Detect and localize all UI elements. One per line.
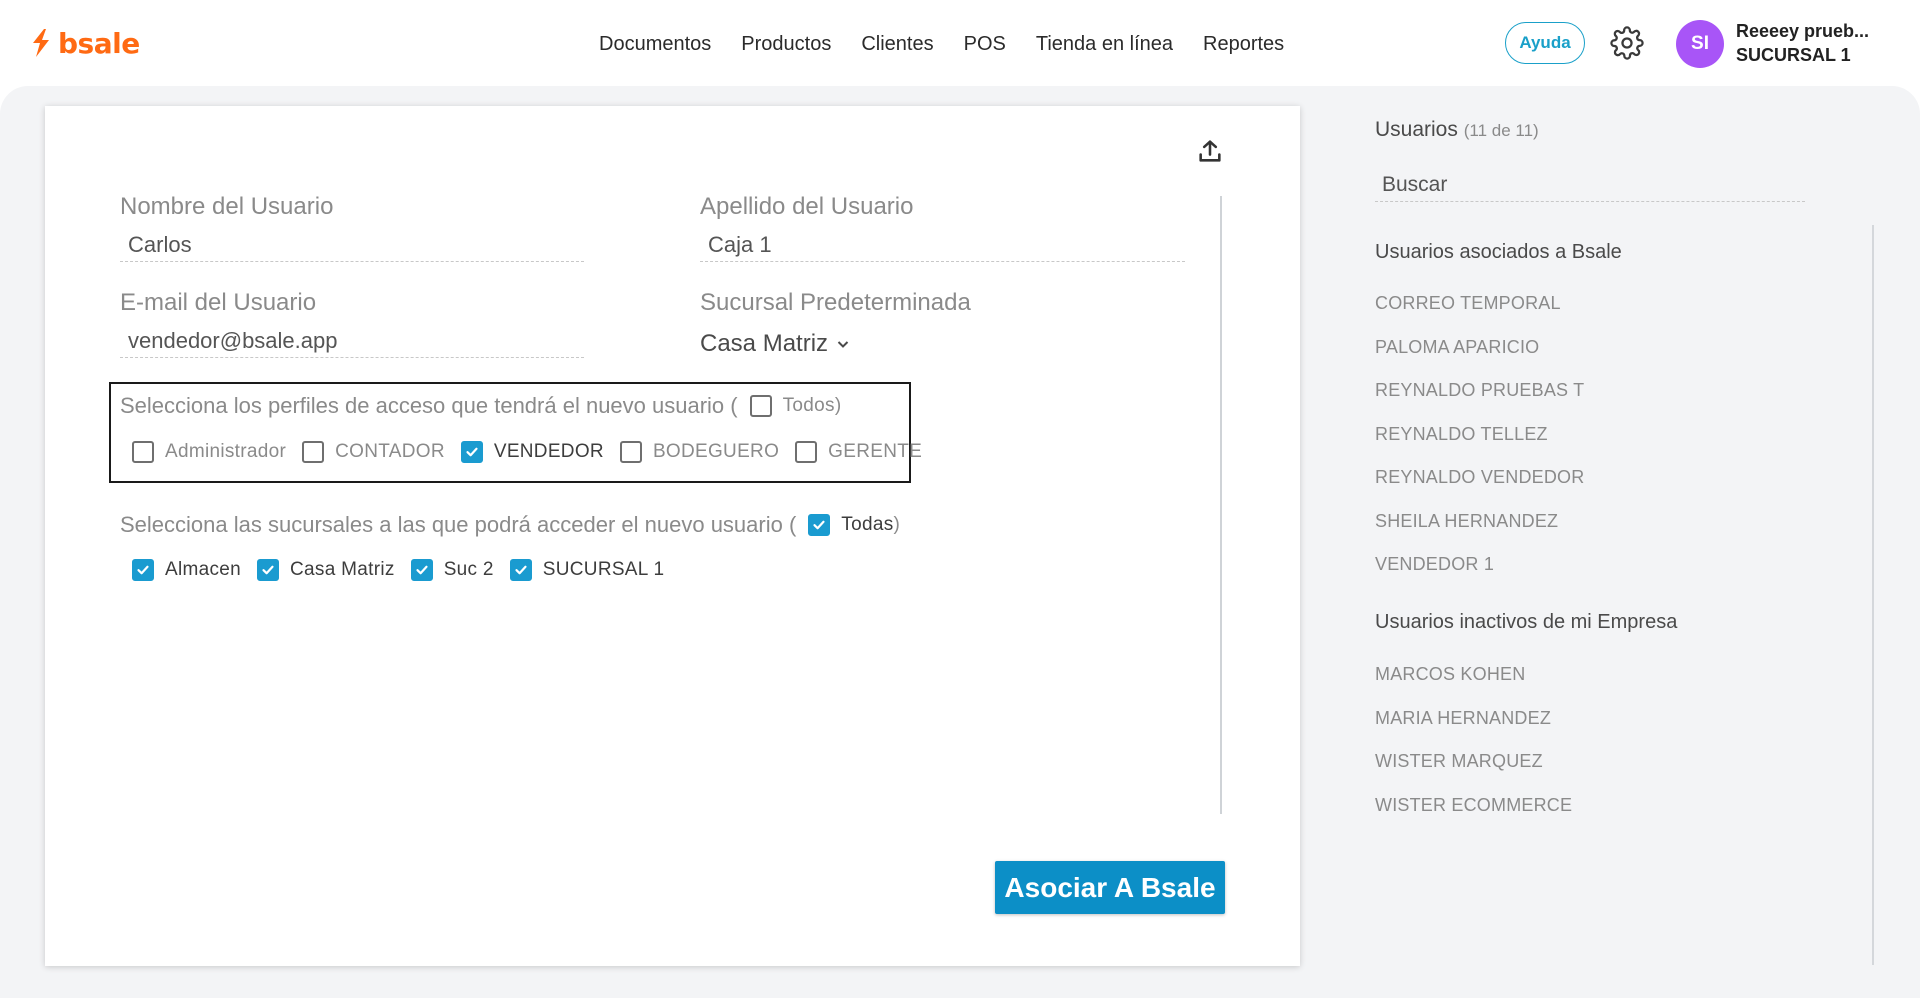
associated-users-list: CORREO TEMPORAL PALOMA APARICIO REYNALDO P… <box>1375 282 1584 587</box>
profiles-all-label: Todos <box>782 395 835 416</box>
checkbox-label: CONTADOR <box>335 441 445 462</box>
checkbox-label: Almacen <box>165 559 242 580</box>
user-list-item[interactable]: REYNALDO VENDEDOR <box>1375 456 1584 500</box>
profiles-options: Administrador CONTADOR VENDEDOR BODEGUERO GE… <box>132 438 922 466</box>
profiles-option-gerente[interactable]: GERENTE <box>795 441 922 463</box>
sidebar-scroll-line <box>1872 225 1874 965</box>
profiles-option-vendedor[interactable]: VENDEDOR <box>460 441 604 463</box>
checkbox-box[interactable] <box>302 441 325 463</box>
branches-option-almacen[interactable]: Almacen <box>132 559 241 581</box>
chevron-down-icon <box>837 341 849 348</box>
checkbox-box[interactable] <box>460 441 483 463</box>
help-button[interactable]: Ayuda <box>1505 22 1585 64</box>
email-label: E-mail del Usuario <box>120 289 317 316</box>
nav-item-documentos[interactable]: Documentos <box>584 30 726 58</box>
associate-button[interactable]: Asociar A Bsale <box>995 861 1225 914</box>
checkbox-label: Suc 2 <box>443 559 494 580</box>
user-list-item[interactable]: VENDEDOR 1 <box>1375 543 1584 587</box>
user-list-item[interactable]: MARCOS KOHEN <box>1375 653 1572 697</box>
user-list-item[interactable]: MARIA HERNANDEZ <box>1375 697 1572 741</box>
gear-icon[interactable] <box>1610 26 1644 60</box>
checkbox-box[interactable] <box>509 559 532 581</box>
checkbox-label: BODEGUERO <box>652 441 780 462</box>
branches-all-label: Todas <box>841 514 894 535</box>
user-branch: SUCURSAL 1 <box>1736 45 1851 65</box>
nav-item-productos[interactable]: Productos <box>726 30 846 58</box>
branches-all-checkbox[interactable]: Todas <box>808 514 893 536</box>
checkbox-label: Administrador <box>165 441 287 462</box>
profiles-close-paren: ) <box>834 395 842 416</box>
branches-options: Almacen Casa Matriz Suc 2 SUCURSAL 1 <box>132 556 664 584</box>
avatar[interactable]: SI <box>1676 20 1724 68</box>
users-title-text: Usuarios <box>1375 118 1458 141</box>
checkbox-box[interactable] <box>749 395 772 417</box>
associated-users-heading: Usuarios asociados a Bsale <box>1375 241 1622 263</box>
inactive-users-heading: Usuarios inactivos de mi Empresa <box>1375 611 1678 633</box>
checkbox-box[interactable] <box>410 559 433 581</box>
default-branch-select[interactable]: Casa Matriz <box>700 330 850 358</box>
bsale-logo[interactable]: bsale <box>30 24 140 62</box>
default-branch-value: Casa Matriz <box>700 330 829 357</box>
branches-prompt-row: Selecciona las sucursales a las que podr… <box>120 511 900 539</box>
branches-option-sucursal-1[interactable]: SUCURSAL 1 <box>509 559 665 581</box>
user-list-item[interactable]: REYNALDO TELLEZ <box>1375 413 1584 457</box>
branches-option-casa-matriz[interactable]: Casa Matriz <box>257 559 395 581</box>
users-search-input[interactable] <box>1375 168 1805 202</box>
checkbox-label: GERENTE <box>828 441 923 462</box>
user-list-item[interactable]: PALOMA APARICIO <box>1375 326 1584 370</box>
card-divider <box>1220 196 1222 814</box>
checkbox-box[interactable] <box>132 441 154 463</box>
first-name-label: Nombre del Usuario <box>120 193 334 220</box>
checkbox-label: SUCURSAL 1 <box>542 559 665 580</box>
user-list-item[interactable]: SHEILA HERNANDEZ <box>1375 500 1584 544</box>
branches-prompt: Selecciona las sucursales a las que podr… <box>120 512 797 537</box>
checkbox-box[interactable] <box>795 441 818 463</box>
bsale-bolt-icon <box>33 29 49 57</box>
first-name-input[interactable] <box>120 228 584 262</box>
user-list-item[interactable]: CORREO TEMPORAL <box>1375 282 1584 326</box>
users-title: Usuarios (11 de 11) <box>1375 118 1539 142</box>
nav-item-clientes[interactable]: Clientes <box>846 30 948 58</box>
checkbox-label: VENDEDOR <box>493 441 604 462</box>
profiles-option-contador[interactable]: CONTADOR <box>302 441 445 463</box>
top-bar: bsale Documentos Productos Clientes POS Tien… <box>0 0 1920 86</box>
profiles-option-administrador[interactable]: Administrador <box>132 441 286 463</box>
brand-name: bsale <box>58 26 140 60</box>
default-branch-label: Sucursal Predeterminada <box>700 289 971 316</box>
profiles-option-bodeguero[interactable]: BODEGUERO <box>619 441 780 463</box>
user-list-item[interactable]: WISTER MARQUEZ <box>1375 740 1572 784</box>
branches-close-paren: ) <box>893 514 900 535</box>
user-name[interactable]: Reeeey prueb... <box>1736 21 1886 42</box>
branches-option-suc-2[interactable]: Suc 2 <box>410 559 494 581</box>
profiles-prompt-row: Selecciona los perfiles de acceso que te… <box>120 392 841 420</box>
profiles-prompt: Selecciona los perfiles de acceso que te… <box>120 393 738 418</box>
last-name-input[interactable] <box>700 228 1185 262</box>
nav-item-reportes[interactable]: Reportes <box>1188 30 1299 58</box>
users-count: (11 de 11) <box>1463 121 1539 140</box>
last-name-label: Apellido del Usuario <box>700 193 914 220</box>
email-input[interactable] <box>120 324 584 358</box>
checkbox-box[interactable] <box>808 514 831 536</box>
checkbox-box[interactable] <box>619 441 642 463</box>
inactive-users-list: MARCOS KOHEN MARIA HERNANDEZ WISTER MARQUE… <box>1375 653 1572 827</box>
upload-icon[interactable] <box>1196 137 1224 165</box>
nav-item-tienda-en-l-nea[interactable]: Tienda en línea <box>1021 30 1188 58</box>
user-list-item[interactable]: WISTER ECOMMERCE <box>1375 784 1572 828</box>
user-list-item[interactable]: REYNALDO PRUEBAS T <box>1375 369 1584 413</box>
checkbox-box[interactable] <box>257 559 280 581</box>
checkbox-label: Casa Matriz <box>290 559 395 580</box>
nav-item-pos[interactable]: POS <box>949 30 1021 58</box>
main-nav: Documentos Productos Clientes POS Tienda en … <box>584 30 1299 58</box>
profiles-all-checkbox[interactable]: Todos <box>749 395 835 417</box>
checkbox-box[interactable] <box>132 559 154 581</box>
